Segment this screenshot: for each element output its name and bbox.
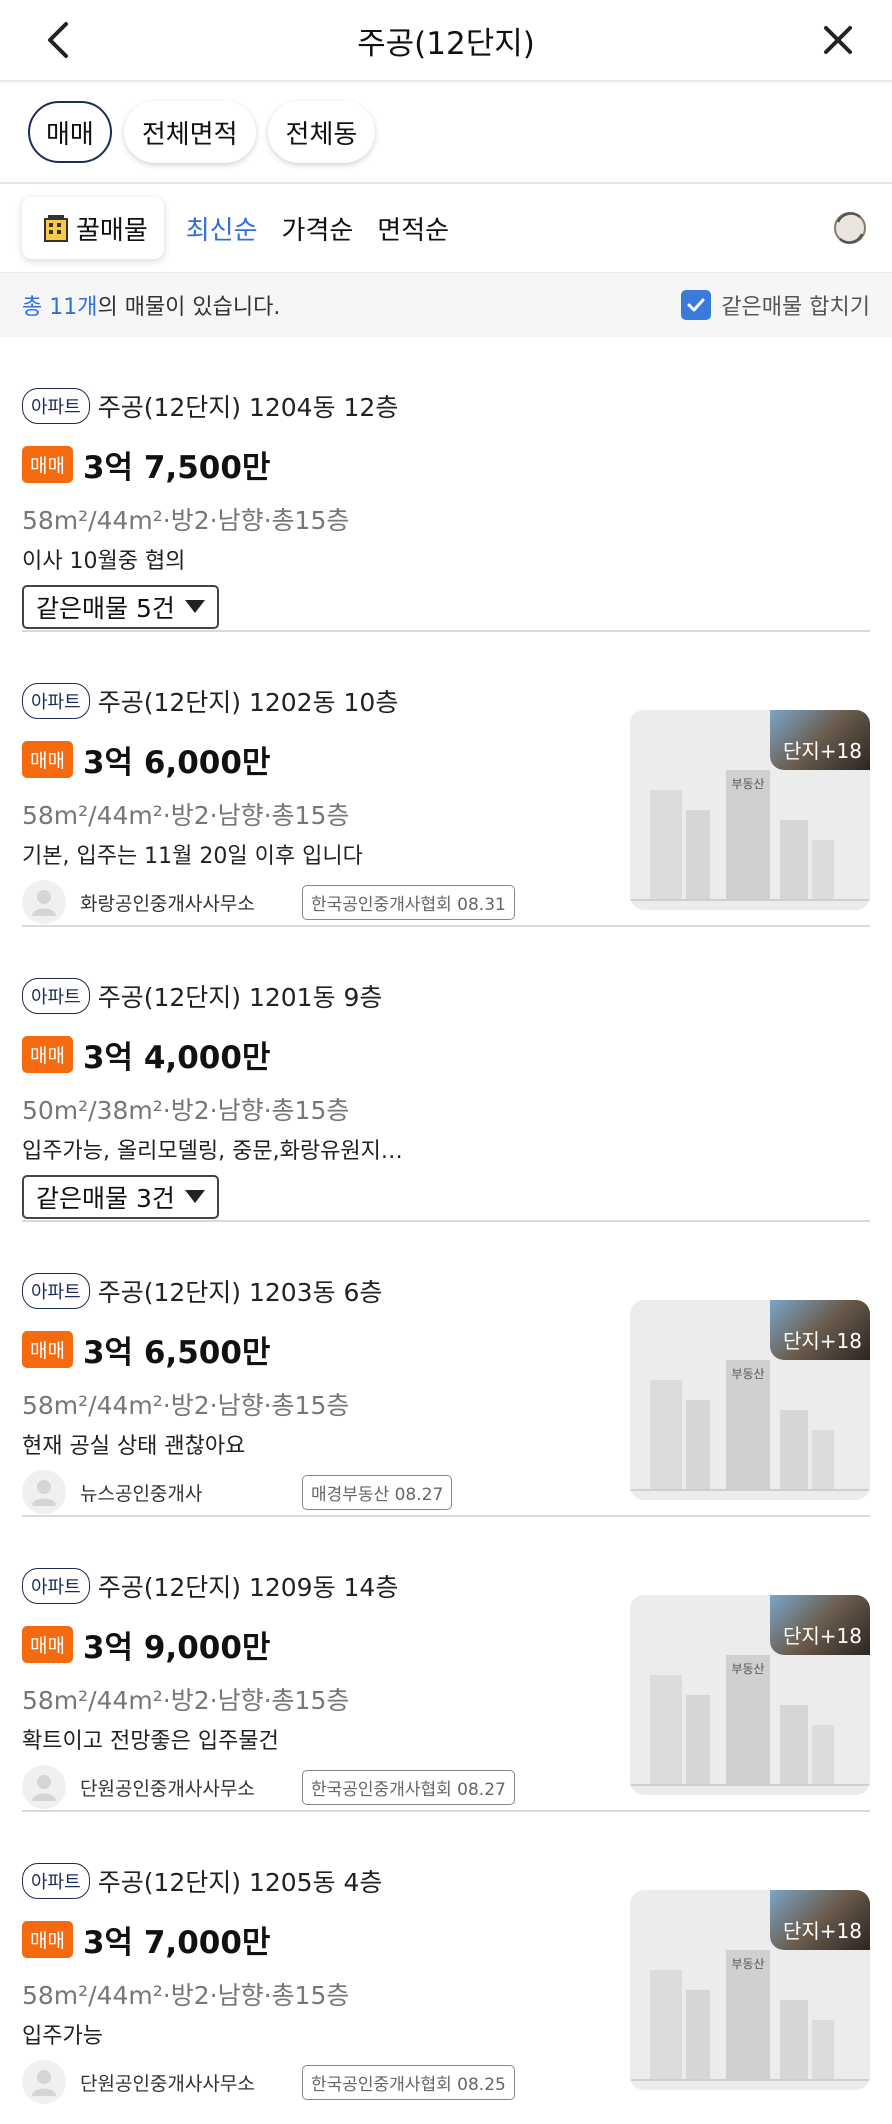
complex-photo-count: 단지+18: [770, 1300, 870, 1360]
listing-price: 3억 7,500만: [82, 449, 271, 486]
property-type-badge: 아파트: [22, 1863, 90, 1899]
avatar: [22, 2060, 66, 2104]
property-type-badge: 아파트: [22, 1568, 90, 1604]
listing-source: 한국공인중개사협회 08.25: [302, 2064, 515, 2100]
filter-building[interactable]: 전체동: [267, 101, 376, 163]
checkbox-checked-icon[interactable]: [681, 290, 712, 320]
avatar: [22, 1470, 66, 1514]
same-listings-label: 같은매물 5건: [36, 594, 175, 623]
listing-count-text: 총 11개의 매물이 있습니다.: [22, 289, 280, 321]
agent-name: 뉴스공인중개사: [80, 1482, 203, 1505]
listing-count: 총 11개: [22, 295, 98, 320]
honey-listing-button[interactable]: 꿀매물: [22, 197, 164, 259]
chevron-left-icon[interactable]: [40, 18, 80, 62]
listing-count-suffix: 의 매물이 있습니다.: [97, 295, 281, 320]
deal-type-badge: 매매: [22, 445, 73, 483]
caret-down-icon: [184, 1190, 205, 1203]
property-type-badge: 아파트: [22, 388, 90, 424]
same-listings-button[interactable]: 같은매물 3건: [22, 1175, 219, 1219]
listing-description: 이사 10월중 협의: [22, 549, 186, 574]
close-icon[interactable]: [818, 20, 858, 60]
listing-source: 매경부동산 08.27: [302, 1474, 453, 1510]
listing-name: 주공(12단지) 1209동 14층: [97, 1573, 399, 1602]
sort-price[interactable]: 가격순: [282, 210, 354, 247]
listing-item[interactable]: 아파트 주공(12단지) 1202동 10층 매매 3억 6,000만 58m²…: [22, 632, 870, 927]
listing-price: 3억 4,000만: [82, 1039, 271, 1076]
sort-area[interactable]: 면적순: [377, 210, 449, 247]
sort-latest[interactable]: 최신순: [186, 210, 258, 247]
building-icon: [44, 215, 68, 242]
person-icon: [32, 1480, 56, 1506]
listing-source: 한국공인중개사협회 08.27: [302, 1769, 515, 1805]
listing-title-row: 아파트 주공(12단지) 1204동 12층: [22, 387, 870, 425]
top-bar: 주공(12단지): [0, 0, 892, 82]
caret-down-icon: [184, 600, 205, 613]
filter-trade-type[interactable]: 매매: [28, 101, 112, 163]
deal-type-badge: 매매: [22, 1625, 73, 1663]
same-listings-label: 같은매물 3건: [36, 1184, 175, 1213]
listing-source: 한국공인중개사협회 08.31: [302, 884, 515, 920]
listing-thumbnail[interactable]: 부동산 단지+18: [630, 1890, 870, 2090]
agent-name: 화랑공인중개사사무소: [80, 892, 255, 915]
person-icon: [32, 890, 56, 916]
listing-item[interactable]: 아파트 주공(12단지) 1205동 4층 매매 3억 7,000만 58m²/…: [22, 1812, 870, 2107]
listing-price: 3억 7,000만: [82, 1924, 271, 1961]
filter-area[interactable]: 전체면적: [123, 101, 256, 163]
listing-list: 아파트 주공(12단지) 1204동 12층 매매 3억 7,500만 58m²…: [0, 337, 892, 2107]
honey-listing-label: 꿀매물: [76, 215, 148, 246]
thumbnail-logo: 부동산: [731, 1957, 764, 1971]
listing-price: 3억 9,000만: [82, 1629, 271, 1666]
person-icon: [32, 2070, 56, 2096]
thumbnail-logo: 부동산: [731, 777, 764, 791]
complex-photo-count: 단지+18: [770, 1595, 870, 1655]
person-icon: [32, 1775, 56, 1801]
listing-thumbnail[interactable]: 부동산 단지+18: [630, 710, 870, 910]
listing-item[interactable]: 아파트 주공(12단지) 1209동 14층 매매 3억 9,000만 58m²…: [22, 1517, 870, 1812]
agent-name: 단원공인중개사사무소: [80, 1777, 255, 1800]
listing-description: 입주가능, 올리모델링, 중문,화랑유원지…: [22, 1139, 403, 1164]
refresh-unit-icon: [834, 212, 866, 244]
page-title: 주공(12단지): [357, 25, 535, 62]
listing-price: 3억 6,000만: [82, 744, 271, 781]
price-row: 매매 3억 7,500만: [22, 445, 870, 486]
listing-thumbnail[interactable]: 부동산 단지+18: [630, 1300, 870, 1500]
listing-name: 주공(12단지) 1203동 6층: [97, 1278, 383, 1307]
listing-spec: 58m²/44m²·방2·남향·총15층: [22, 506, 350, 535]
listing-item[interactable]: 아파트 주공(12단지) 1203동 6층 매매 3억 6,500만 58m²/…: [22, 1222, 870, 1517]
price-row: 매매 3억 4,000만: [22, 1035, 870, 1076]
avatar: [22, 1765, 66, 1809]
sort-bar: 꿀매물 최신순 가격순 면적순: [0, 184, 892, 273]
property-type-badge: 아파트: [22, 1273, 90, 1309]
deal-type-badge: 매매: [22, 740, 73, 778]
merge-same-toggle[interactable]: 같은매물 합치기: [681, 289, 870, 321]
listing-name: 주공(12단지) 1204동 12층: [97, 393, 399, 422]
filter-chips: 매매 전체면적 전체동: [0, 82, 892, 184]
deal-type-badge: 매매: [22, 1330, 73, 1368]
property-type-badge: 아파트: [22, 683, 90, 719]
complex-photo-count: 단지+18: [770, 1890, 870, 1950]
listing-price: 3억 6,500만: [82, 1334, 271, 1371]
listing-spec: 50m²/38m²·방2·남향·총15층: [22, 1096, 350, 1125]
thumbnail-logo: 부동산: [731, 1662, 764, 1676]
listing-title-row: 아파트 주공(12단지) 1201동 9층: [22, 977, 870, 1015]
listing-thumbnail[interactable]: 부동산 단지+18: [630, 1595, 870, 1795]
agent-name: 단원공인중개사사무소: [80, 2072, 255, 2095]
unit-toggle[interactable]: [830, 208, 870, 248]
listing-name: 주공(12단지) 1202동 10층: [97, 688, 399, 717]
thumbnail-logo: 부동산: [731, 1367, 764, 1381]
listing-summary: 총 11개의 매물이 있습니다. 같은매물 합치기: [0, 273, 892, 337]
merge-label: 같은매물 합치기: [721, 295, 870, 320]
complex-photo-count: 단지+18: [770, 710, 870, 770]
avatar: [22, 880, 66, 924]
deal-type-badge: 매매: [22, 1035, 73, 1073]
listing-name: 주공(12단지) 1205동 4층: [97, 1868, 383, 1897]
same-listings-button[interactable]: 같은매물 5건: [22, 585, 219, 629]
listing-name: 주공(12단지) 1201동 9층: [97, 983, 383, 1012]
listing-item[interactable]: 아파트 주공(12단지) 1204동 12층 매매 3억 7,500만 58m²…: [22, 337, 870, 632]
deal-type-badge: 매매: [22, 1920, 73, 1958]
listing-item[interactable]: 아파트 주공(12단지) 1201동 9층 매매 3억 4,000만 50m²/…: [22, 927, 870, 1222]
property-type-badge: 아파트: [22, 978, 90, 1014]
